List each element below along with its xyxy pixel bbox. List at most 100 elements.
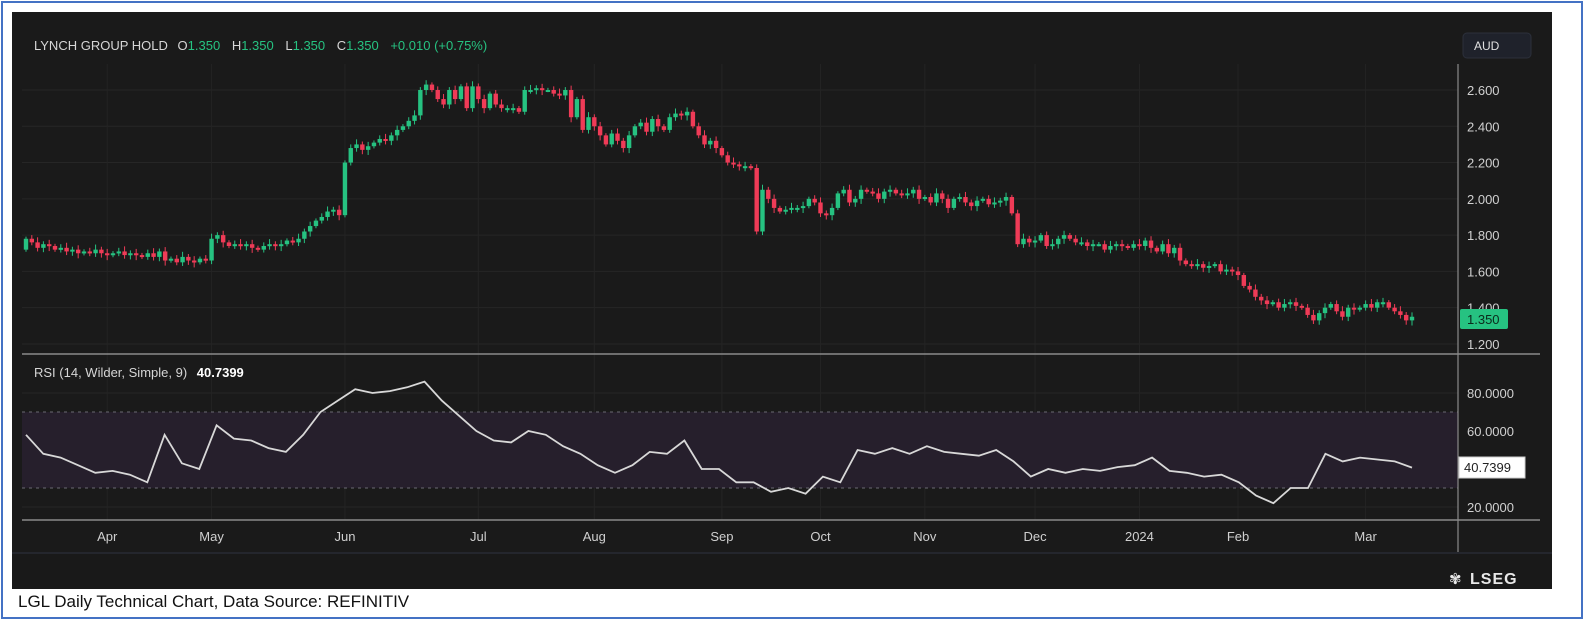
candle-body — [980, 198, 986, 201]
candle — [893, 187, 899, 196]
candle — [215, 232, 220, 244]
time-tick-label: Sep — [710, 529, 733, 544]
candle-body — [244, 244, 249, 247]
candle-body — [551, 90, 556, 94]
candle — [220, 230, 226, 248]
chart-svg[interactable]: 2.6002.4002.2002.0001.8001.6001.4001.200… — [0, 0, 1588, 632]
candle-body — [702, 135, 707, 145]
candle-body — [307, 226, 313, 232]
candles — [23, 80, 1415, 326]
candle-body — [998, 200, 1003, 203]
candle — [516, 105, 522, 114]
candle-body — [232, 244, 237, 247]
candle — [1299, 303, 1305, 310]
candle-body — [1351, 307, 1357, 310]
candle-body — [1038, 235, 1044, 241]
candle — [1015, 209, 1020, 248]
candle-body — [853, 198, 858, 203]
candle-body — [133, 253, 139, 256]
candle — [864, 187, 870, 194]
candle — [1125, 243, 1131, 250]
candle — [1247, 282, 1252, 293]
candle — [783, 206, 788, 215]
candle-body — [615, 133, 620, 141]
candle-body — [940, 193, 945, 199]
candle-body — [1276, 302, 1281, 308]
candle-body — [499, 104, 504, 109]
candle-body — [249, 244, 255, 248]
candle — [1044, 231, 1049, 249]
lseg-crest-icon: ✾ — [1449, 571, 1462, 588]
candle — [528, 84, 533, 94]
candle — [458, 84, 464, 102]
candle-body — [505, 108, 510, 111]
candle — [882, 188, 887, 204]
candle-body — [638, 122, 643, 127]
candle-body — [99, 249, 104, 254]
candle — [795, 205, 800, 213]
candle — [313, 218, 319, 229]
candle-body — [858, 189, 864, 199]
rsi-label: RSI (14, Wilder, Simple, 9) — [34, 365, 187, 380]
currency-button[interactable]: AUD — [1462, 32, 1532, 59]
candle — [348, 144, 353, 166]
candle-body — [1021, 238, 1026, 245]
candle-body — [1346, 307, 1351, 317]
candle-body — [406, 120, 411, 127]
candle-body — [899, 193, 904, 196]
candle-body — [46, 244, 52, 247]
rsi-band — [22, 412, 1458, 488]
lseg-logo: ✾ LSEG — [1449, 571, 1517, 588]
candle-body — [824, 213, 829, 216]
candle-body — [992, 202, 997, 205]
candle-body — [795, 207, 800, 210]
change-value: +0.010 (+0.75%) — [390, 38, 487, 53]
candle-body — [986, 198, 991, 205]
candle-body — [667, 117, 672, 130]
candle-body — [800, 206, 806, 209]
candle-body — [568, 90, 574, 118]
candle-body — [789, 207, 794, 210]
candle — [186, 253, 191, 265]
candle — [52, 243, 58, 252]
candle — [916, 185, 922, 204]
candle-body — [429, 84, 435, 90]
candle — [1119, 239, 1125, 252]
candle-body — [673, 113, 678, 118]
candle-body — [1119, 244, 1125, 247]
candle-body — [1177, 247, 1183, 261]
candle-body — [1137, 244, 1142, 247]
candle — [1201, 261, 1206, 273]
rsi-tick-label: 20.0000 — [1467, 500, 1514, 515]
candle-body — [1392, 307, 1397, 312]
candle — [980, 196, 986, 203]
candle-body — [1224, 269, 1229, 272]
candle — [748, 164, 754, 171]
candle-body — [360, 144, 365, 150]
candle — [371, 140, 377, 149]
candle-body — [191, 260, 197, 263]
candle-body — [476, 86, 481, 100]
candle — [1328, 301, 1334, 310]
candle — [563, 87, 568, 100]
candle-body — [1247, 285, 1252, 290]
candle-body — [1328, 304, 1334, 308]
candle-body — [197, 258, 203, 263]
candle-body — [626, 135, 632, 149]
candle — [638, 119, 643, 130]
candle-body — [365, 146, 371, 150]
candle — [963, 191, 968, 207]
candle-body — [725, 155, 730, 163]
candle-body — [812, 198, 817, 203]
candle-body — [835, 193, 841, 208]
candle — [1305, 304, 1310, 318]
candle — [1172, 244, 1177, 258]
candle — [389, 132, 394, 146]
candle-body — [597, 126, 603, 136]
candle — [452, 85, 458, 105]
candle-body — [52, 246, 58, 250]
candle-body — [1148, 240, 1154, 248]
candle-body — [731, 162, 736, 165]
candle — [261, 242, 266, 253]
candle-body — [748, 166, 754, 169]
